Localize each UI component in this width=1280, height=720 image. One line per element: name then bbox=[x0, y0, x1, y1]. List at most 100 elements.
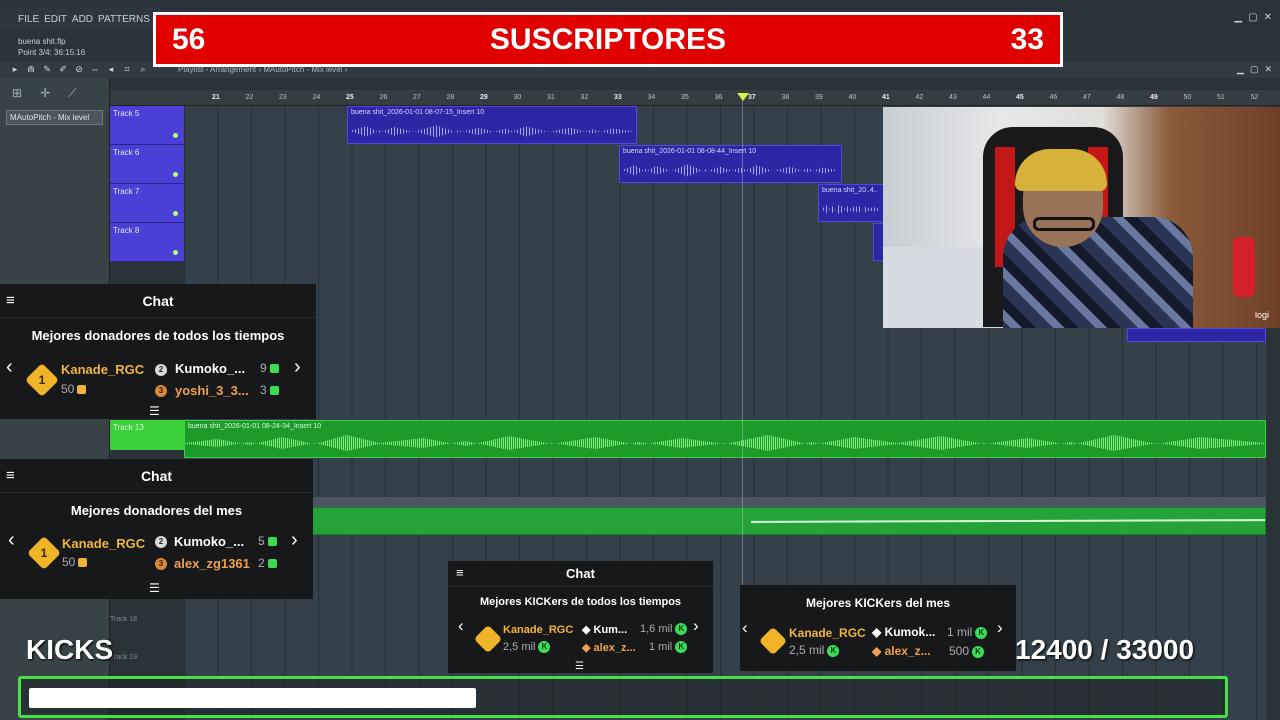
ruler-tick: 27 bbox=[413, 94, 421, 101]
pattern-icon[interactable]: ⊞ bbox=[12, 86, 22, 100]
donor-name: Kanade_RGC bbox=[62, 536, 146, 551]
audio-clip-edge[interactable] bbox=[1127, 328, 1266, 342]
gold-coin-icon bbox=[78, 558, 88, 568]
track-header-5[interactable]: Track 5 bbox=[110, 106, 184, 145]
maximize-icon[interactable]: ▢ bbox=[1248, 12, 1257, 23]
slip-icon[interactable]: ⇔ bbox=[90, 64, 100, 74]
project-filename: buena shit.flp bbox=[18, 37, 66, 46]
add-icon[interactable]: ✛ bbox=[40, 86, 50, 100]
ruler-tick: 35 bbox=[681, 94, 689, 101]
track-name: Track 13 bbox=[113, 423, 144, 432]
webcam-logo: logi bbox=[1254, 310, 1269, 320]
donor-amount: 5 bbox=[258, 534, 277, 548]
prev-arrow-icon[interactable]: ‹ bbox=[742, 618, 748, 638]
kicker-name: ◆ alex_z... bbox=[582, 642, 636, 654]
speaker-icon[interactable]: ◂ bbox=[106, 64, 116, 74]
playlist-maximize-icon[interactable]: ▢ bbox=[1250, 64, 1259, 75]
green-coin-icon bbox=[269, 386, 279, 396]
donor-amount: 3 bbox=[260, 383, 279, 397]
track-header-6[interactable]: Track 6 bbox=[110, 145, 184, 184]
donor-amount: 50 bbox=[62, 555, 88, 569]
menu-icon[interactable]: ≡ bbox=[6, 467, 15, 484]
track-name: Track 5 bbox=[113, 109, 140, 118]
pencil-icon[interactable]: ✎ bbox=[42, 64, 52, 74]
kicker-name: ◆ Kumok... bbox=[872, 625, 936, 639]
leaderboard-title: Mejores KICKers de todos los tiempos bbox=[479, 596, 682, 608]
audio-clip[interactable]: buena shit_20..4.. bbox=[818, 184, 884, 222]
ruler-tick: 33 bbox=[614, 94, 622, 101]
timeline-ruler[interactable]: 21 22 23 24 25 26 27 28 29 30 31 32 33 34 35 36 37 38 39 40… bbox=[110, 90, 1280, 106]
playlist-window-controls: ▁ ▢ ✕ bbox=[1237, 64, 1272, 75]
playhead-marker-icon[interactable] bbox=[737, 93, 749, 101]
waveform bbox=[352, 125, 632, 138]
audio-clip[interactable]: buena shit_2026-01-01 08-08-44_Insert 10 bbox=[619, 145, 842, 183]
ruler-tick: 40 bbox=[848, 94, 857, 101]
prev-arrow-icon[interactable]: ‹ bbox=[6, 356, 13, 379]
menu-icon[interactable]: ≡ bbox=[456, 565, 464, 580]
playlist-close-icon[interactable]: ✕ bbox=[1264, 64, 1272, 75]
close-icon[interactable]: ✕ bbox=[1264, 12, 1272, 23]
next-arrow-icon[interactable]: › bbox=[997, 618, 1003, 638]
track-header-7[interactable]: Track 7 bbox=[110, 184, 184, 223]
silver-badge-icon: 2 bbox=[155, 536, 167, 548]
automation-clip[interactable] bbox=[184, 507, 1266, 535]
chat-header: ≡ Chat bbox=[448, 561, 713, 587]
ruler-tick: 25 bbox=[346, 94, 354, 101]
menu-item-edit[interactable]: EDIT bbox=[44, 14, 67, 25]
track-led-icon[interactable] bbox=[173, 133, 178, 138]
drag-handle-icon[interactable]: ☰ bbox=[149, 404, 160, 418]
ruler-tick: 44 bbox=[982, 94, 991, 101]
audio-clip-green[interactable]: buena shit_2026-01-01 08-24-34_Insert 10 bbox=[184, 420, 1266, 458]
menu-item-add[interactable]: ADD bbox=[72, 14, 93, 25]
track-header-18[interactable]: Track 18 bbox=[110, 616, 184, 623]
chat-header: ≡ Chat bbox=[0, 459, 313, 493]
magnet-icon[interactable]: ⋒ bbox=[26, 64, 36, 74]
select-icon[interactable]: ⌗ bbox=[122, 64, 132, 74]
kick-coin-icon: K bbox=[972, 645, 985, 658]
medal-rank: 1 bbox=[40, 546, 48, 560]
track-header-19[interactable]: Track 19 bbox=[110, 654, 184, 661]
drag-handle-icon[interactable]: ☰ bbox=[149, 581, 160, 595]
kick-coin-icon: K bbox=[675, 623, 688, 636]
prev-arrow-icon[interactable]: ‹ bbox=[458, 616, 464, 636]
link-icon[interactable]: ⟋ bbox=[68, 86, 76, 101]
gold-medal-icon bbox=[758, 626, 788, 656]
zoom-icon[interactable]: ⌕ bbox=[138, 64, 148, 74]
automation-lane-strip bbox=[184, 497, 1266, 507]
track-led-icon[interactable] bbox=[173, 250, 178, 255]
green-coin-icon bbox=[267, 559, 277, 569]
ruler-tick: 28 bbox=[446, 94, 455, 101]
webcam-microphone bbox=[1233, 237, 1255, 297]
window-controls: ▁ ▢ ✕ bbox=[1234, 12, 1272, 23]
play-arrow-icon[interactable]: ▸ bbox=[10, 64, 20, 74]
automation-curve[interactable] bbox=[750, 519, 1266, 523]
kick-coin-icon: K bbox=[538, 641, 551, 654]
menu-icon[interactable]: ≡ bbox=[6, 292, 15, 309]
menu-item-file[interactable]: FILE bbox=[18, 14, 39, 25]
kicker-name: ◆ alex_z... bbox=[872, 644, 931, 658]
menu-item-patterns[interactable]: PATTERNS bbox=[98, 14, 150, 25]
track-header-13[interactable]: Track 13 bbox=[110, 420, 184, 450]
ruler-tick: 39 bbox=[815, 94, 823, 101]
webcam-feed: logi bbox=[883, 107, 1280, 328]
prev-arrow-icon[interactable]: ‹ bbox=[8, 529, 15, 552]
kicker-amount: 1 mil K bbox=[947, 625, 988, 639]
ruler-tick: 34 bbox=[647, 94, 656, 101]
clip-source-item[interactable]: MAutoPitch - Mix level bbox=[6, 110, 103, 125]
track-header-8[interactable]: Track 8 bbox=[110, 223, 184, 262]
playlist-minimize-icon[interactable]: ▁ bbox=[1237, 64, 1244, 75]
next-arrow-icon[interactable]: › bbox=[291, 529, 298, 552]
track-led-icon[interactable] bbox=[173, 211, 178, 216]
kick-coin-icon: K bbox=[975, 626, 988, 639]
minimize-icon[interactable]: ▁ bbox=[1234, 12, 1242, 23]
next-arrow-icon[interactable]: › bbox=[294, 356, 301, 379]
ruler-tick: 41 bbox=[882, 94, 890, 101]
track-led-icon[interactable] bbox=[173, 172, 178, 177]
ruler-tick: 31 bbox=[547, 94, 555, 101]
next-arrow-icon[interactable]: › bbox=[693, 616, 699, 636]
audio-clip[interactable]: buena shit_2026-01-01 08-07-15_Insert 10 bbox=[347, 106, 637, 144]
ruler-tick: 50 bbox=[1183, 94, 1192, 101]
mute-icon[interactable]: ⊘ bbox=[74, 64, 84, 74]
drag-handle-icon[interactable]: ☰ bbox=[575, 661, 584, 672]
brush-icon[interactable]: ✐ bbox=[58, 64, 68, 74]
